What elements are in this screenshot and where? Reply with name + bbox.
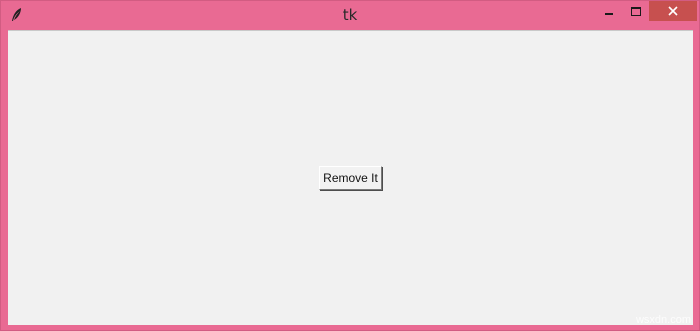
app-window: tk Remove It wsxdn.com: [0, 0, 700, 331]
maximize-icon: [631, 6, 641, 16]
close-icon: [668, 6, 678, 16]
window-content: Remove It: [8, 30, 693, 325]
title-bar[interactable]: tk: [1, 1, 699, 30]
minimize-button[interactable]: [595, 1, 623, 21]
maximize-button[interactable]: [623, 1, 649, 21]
remove-it-button[interactable]: Remove It: [319, 166, 382, 190]
minimize-icon: [605, 13, 613, 15]
watermark: wsxdn.com: [635, 314, 691, 326]
close-button[interactable]: [649, 1, 697, 21]
